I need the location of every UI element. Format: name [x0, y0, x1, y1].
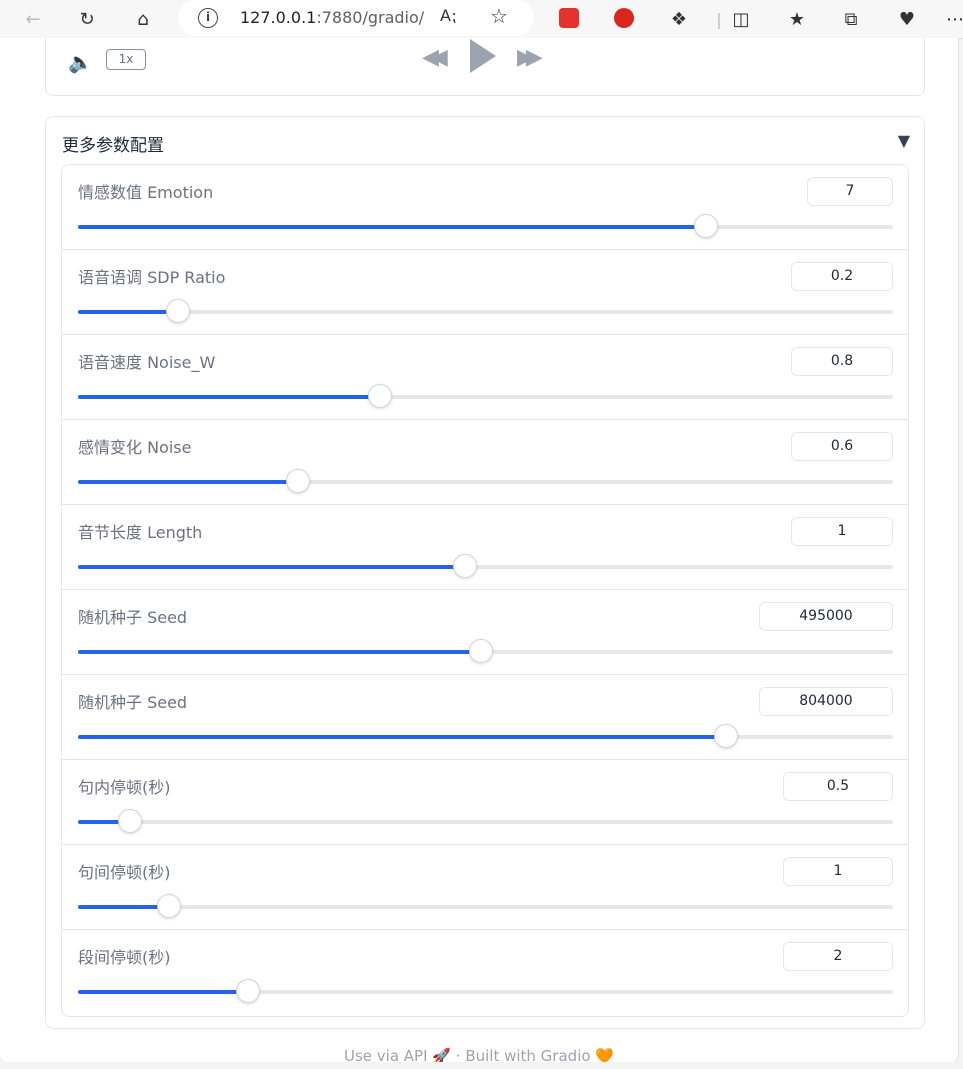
slider-track[interactable] — [78, 214, 893, 238]
slider-label: 句间停顿(秒) — [78, 863, 171, 882]
slider-track[interactable] — [78, 809, 893, 833]
collections-icon[interactable]: ⧉ — [836, 4, 866, 34]
play-icon[interactable] — [470, 39, 496, 73]
collapse-arrow-icon[interactable]: ▼ — [898, 131, 910, 150]
slider-fill — [78, 565, 466, 569]
slider-row: 段间停顿(秒) 2 — [62, 930, 908, 1015]
footer-separator: · — [455, 1047, 461, 1062]
more-params-accordion: 更多参数配置 ▼ 情感数值 Emotion 7 语音语调 SDP Ratio 0.2 语… — [45, 116, 925, 1029]
slider-row: 语音语调 SDP Ratio 0.2 — [62, 250, 908, 335]
slider-track[interactable] — [78, 299, 893, 323]
url-path: :7880/gradio/ — [316, 8, 425, 27]
slider-row: 句间停顿(秒) 1 — [62, 845, 908, 930]
param-group: 情感数值 Emotion 7 语音语调 SDP Ratio 0.2 语音速度 Noise… — [61, 164, 909, 1017]
browser-essentials-icon[interactable]: ♥ — [892, 4, 922, 34]
slider-fill — [78, 735, 726, 739]
slider-fill — [78, 905, 170, 909]
slider-row: 语音速度 Noise_W 0.8 — [62, 335, 908, 420]
slider-row: 情感数值 Emotion 7 — [62, 165, 908, 250]
slider-value-input[interactable]: 1 — [783, 857, 893, 886]
slider-label: 音节长度 Length — [78, 523, 203, 542]
slider-thumb[interactable] — [157, 894, 182, 918]
slider-value-input[interactable]: 0.2 — [791, 262, 893, 291]
slider-value-input[interactable]: 1 — [791, 517, 893, 546]
slider-thumb[interactable] — [713, 724, 738, 748]
slider-row: 句内停顿(秒) 0.5 — [62, 760, 908, 845]
slider-value-input[interactable]: 0.5 — [783, 772, 893, 801]
back-arrow-icon[interactable]: ← — [18, 4, 48, 34]
slider-track[interactable] — [78, 384, 893, 408]
fast-forward-icon[interactable]: ▶▶ — [517, 45, 543, 70]
playback-speed-button[interactable]: 1x — [106, 49, 146, 70]
slider-row: 随机种子 Seed 804000 — [62, 675, 908, 760]
slider-row: 感情变化 Noise 0.6 — [62, 420, 908, 505]
slider-thumb[interactable] — [118, 809, 143, 833]
extension-red-icon[interactable] — [559, 8, 579, 28]
slider-label: 语音速度 Noise_W — [78, 353, 216, 372]
volume-icon[interactable]: 🔈 — [68, 50, 93, 74]
read-aloud-icon[interactable]: A⁏ — [440, 6, 456, 25]
url-text: 127.0.0.1:7880/gradio/ — [240, 8, 424, 27]
slider-track[interactable] — [78, 979, 893, 1003]
slider-thumb[interactable] — [693, 214, 718, 238]
slider-fill — [78, 310, 179, 314]
more-menu-icon[interactable]: ⋯ — [940, 4, 963, 34]
page-content: 🔈 1x ◀◀ ▶▶ 更多参数配置 ▼ 情感数值 Emotion 7 语音语调 SD… — [0, 38, 959, 1062]
slider-value-input[interactable]: 0.8 — [791, 347, 893, 376]
split-screen-icon[interactable]: ◫ — [726, 4, 756, 34]
slider-fill — [78, 990, 248, 994]
slider-track[interactable] — [78, 554, 893, 578]
slider-value-input[interactable]: 2 — [783, 942, 893, 971]
gradio-logo-icon: 🧡 — [595, 1047, 615, 1062]
slider-label: 随机种子 Seed — [78, 608, 188, 627]
slider-thumb[interactable] — [469, 639, 494, 663]
slider-value-input[interactable]: 0.6 — [791, 432, 893, 461]
slider-value-input[interactable]: 7 — [807, 177, 893, 206]
url-host: 127.0.0.1 — [240, 8, 317, 27]
site-info-icon[interactable]: i — [198, 8, 218, 28]
rocket-icon: 🚀 — [432, 1047, 456, 1062]
slider-fill — [78, 395, 381, 399]
slider-label: 情感数值 Emotion — [78, 183, 214, 202]
slider-fill — [78, 480, 299, 484]
star-icon[interactable]: ☆ — [490, 4, 508, 28]
footer: Use via API 🚀 · Built with Gradio 🧡 — [0, 1047, 958, 1062]
rewind-icon[interactable]: ◀◀ — [422, 45, 448, 70]
slider-track[interactable] — [78, 894, 893, 918]
slider-label: 随机种子 Seed — [78, 693, 188, 712]
address-bar[interactable]: i 127.0.0.1:7880/gradio/ A⁏ ☆ — [178, 0, 534, 36]
slider-value-input[interactable]: 804000 — [759, 687, 893, 716]
browser-toolbar: ← ↻ ⌂ i 127.0.0.1:7880/gradio/ A⁏ ☆ ❖ | … — [0, 0, 963, 39]
slider-fill — [78, 225, 706, 229]
adblock-icon[interactable] — [614, 8, 634, 28]
audio-player: 🔈 1x ◀◀ ▶▶ — [45, 38, 925, 96]
extensions-puzzle-icon[interactable]: ❖ — [664, 4, 694, 34]
slider-thumb[interactable] — [453, 554, 478, 578]
refresh-icon[interactable]: ↻ — [72, 4, 102, 34]
slider-thumb[interactable] — [286, 469, 311, 493]
accordion-title[interactable]: 更多参数配置 — [62, 131, 164, 156]
api-link[interactable]: Use via API — [344, 1047, 428, 1062]
home-icon[interactable]: ⌂ — [128, 4, 158, 34]
slider-fill — [78, 650, 482, 654]
slider-label: 段间停顿(秒) — [78, 948, 171, 967]
slider-value-input[interactable]: 495000 — [759, 602, 893, 631]
slider-row: 随机种子 Seed 495000 — [62, 590, 908, 675]
slider-thumb[interactable] — [368, 384, 393, 408]
slider-label: 感情变化 Noise — [78, 438, 192, 457]
gradio-link[interactable]: Built with Gradio — [465, 1047, 590, 1062]
slider-row: 音节长度 Length 1 — [62, 505, 908, 590]
slider-track[interactable] — [78, 639, 893, 663]
slider-thumb[interactable] — [166, 299, 191, 323]
slider-label: 语音语调 SDP Ratio — [78, 268, 226, 287]
slider-label: 句内停顿(秒) — [78, 778, 171, 797]
favorites-icon[interactable]: ★ — [782, 4, 812, 34]
slider-track[interactable] — [78, 724, 893, 748]
slider-track[interactable] — [78, 469, 893, 493]
slider-thumb[interactable] — [235, 979, 260, 1003]
